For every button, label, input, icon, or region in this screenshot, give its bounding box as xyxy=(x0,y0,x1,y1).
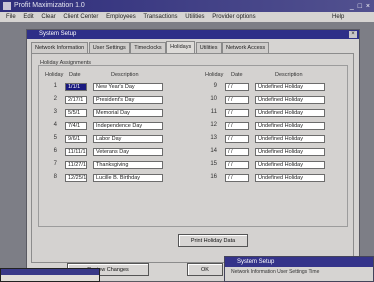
holiday-date-field[interactable]: 7/4/1 xyxy=(65,122,87,130)
tab-holidays[interactable]: Holidays xyxy=(166,41,196,53)
holiday-date-field[interactable]: / / xyxy=(225,122,249,130)
holiday-date-field[interactable]: 2/17/1 xyxy=(65,96,87,104)
tab-user-settings[interactable]: User Settings xyxy=(88,42,130,53)
holiday-description-field[interactable]: Undefined Holiday xyxy=(255,135,325,143)
header-holiday-right: Holiday xyxy=(205,72,224,78)
background-window[interactable] xyxy=(0,268,100,282)
holiday-number: 9 xyxy=(213,83,217,89)
popup-title: System Setup xyxy=(237,259,275,265)
holiday-description-field[interactable]: Memorial Day xyxy=(93,109,163,117)
holiday-description-field[interactable]: New Year's Day xyxy=(93,83,163,91)
holiday-date-field[interactable]: / / xyxy=(225,161,249,169)
menu-bar: File Edit Clear Client Center Employees … xyxy=(0,12,374,22)
holiday-date-field[interactable]: 11/11/1 xyxy=(65,148,87,156)
header-date-right: Date xyxy=(231,72,243,78)
popup-title-bar: System Setup xyxy=(225,257,373,267)
ok-button[interactable]: OK xyxy=(187,263,223,276)
holiday-number: 13 xyxy=(210,135,217,141)
app-title: Profit Maximization 1.0 xyxy=(14,2,85,9)
holiday-number: 2 xyxy=(53,96,57,102)
menu-employees[interactable]: Employees xyxy=(106,12,136,22)
menu-utilities[interactable]: Utilities xyxy=(185,12,204,22)
header-holiday-left: Holiday xyxy=(45,72,64,78)
holiday-description-field[interactable]: President's Day xyxy=(93,96,163,104)
holiday-date-field[interactable]: / / xyxy=(225,148,249,156)
holiday-description-field[interactable]: Undefined Holiday xyxy=(255,96,325,104)
holiday-description-field[interactable]: Labor Day xyxy=(93,135,163,143)
holiday-date-field[interactable]: / / xyxy=(225,174,249,182)
holiday-description-field[interactable]: Undefined Holiday xyxy=(255,109,325,117)
menu-client-center[interactable]: Client Center xyxy=(63,12,98,22)
holiday-description-field[interactable]: Undefined Holiday xyxy=(255,161,325,169)
holiday-date-field[interactable]: 9/6/1 xyxy=(65,135,87,143)
menu-file[interactable]: File xyxy=(6,12,16,22)
holiday-date-field[interactable]: 1/1/1 xyxy=(65,83,87,91)
holiday-number: 14 xyxy=(210,148,217,154)
holiday-date-field[interactable]: 11/27/1 xyxy=(65,161,87,169)
header-description-right: Description xyxy=(275,72,303,78)
menu-provider-options[interactable]: Provider options xyxy=(212,12,255,22)
holiday-number: 8 xyxy=(53,174,57,180)
holiday-description-field[interactable]: Veterans Day xyxy=(93,148,163,156)
system-setup-dialog: System Setup × Network Information User … xyxy=(26,29,360,282)
dialog-tabs: Network Information User Settings Timecl… xyxy=(31,41,270,53)
holiday-number: 12 xyxy=(210,122,217,128)
holiday-date-field[interactable]: / / xyxy=(225,109,249,117)
holiday-description-field[interactable]: Undefined Holiday xyxy=(255,148,325,156)
holiday-number: 3 xyxy=(53,109,57,115)
holiday-description-field[interactable]: Independence Day xyxy=(93,122,163,130)
background-window-title-bar xyxy=(1,269,99,275)
header-description-left: Description xyxy=(111,72,139,78)
system-setup-popup[interactable]: System Setup Network Information User Se… xyxy=(224,256,374,282)
holiday-description-field[interactable]: Undefined Holiday xyxy=(255,174,325,182)
menu-transactions[interactable]: Transactions xyxy=(143,12,177,22)
close-icon[interactable]: × xyxy=(349,31,357,38)
print-holiday-data-button[interactable]: Print Holiday Data xyxy=(178,234,248,247)
holiday-description-field[interactable]: Lucille B. Birthday xyxy=(93,174,163,182)
holiday-number: 5 xyxy=(53,135,57,141)
app-title-bar: Profit Maximization 1.0 _ □ × xyxy=(0,0,374,12)
holiday-number: 7 xyxy=(53,161,57,167)
holiday-date-field[interactable]: 5/5/1 xyxy=(65,109,87,117)
dialog-title: System Setup xyxy=(39,31,77,37)
tab-utilities[interactable]: Utilities xyxy=(195,42,222,53)
dialog-title-bar: System Setup × xyxy=(27,30,359,39)
app-icon xyxy=(3,2,11,10)
holiday-date-field[interactable]: / / xyxy=(225,83,249,91)
holiday-number: 15 xyxy=(210,161,217,167)
holidays-panel: Holiday Assignments Holiday Date Descrip… xyxy=(31,53,354,263)
holiday-number: 1 xyxy=(53,83,57,89)
header-date-left: Date xyxy=(69,72,81,78)
holiday-number: 4 xyxy=(53,122,57,128)
popup-tabs[interactable]: Network Information User Settings Time xyxy=(225,267,373,277)
menu-clear[interactable]: Clear xyxy=(41,12,55,22)
holiday-number: 16 xyxy=(210,174,217,180)
holiday-description-field[interactable]: Undefined Holiday xyxy=(255,122,325,130)
holiday-date-field[interactable]: / / xyxy=(225,96,249,104)
menu-help[interactable]: Help xyxy=(332,12,344,22)
holiday-number: 11 xyxy=(210,109,217,115)
holiday-date-field[interactable]: / / xyxy=(225,135,249,143)
holiday-number: 10 xyxy=(210,96,217,102)
holiday-description-field[interactable]: Undefined Holiday xyxy=(255,83,325,91)
holiday-description-field[interactable]: Thanksgiving xyxy=(93,161,163,169)
tab-timeclocks[interactable]: Timeclocks xyxy=(130,42,166,53)
holiday-number: 6 xyxy=(53,148,57,154)
tab-network-information[interactable]: Network Information xyxy=(31,42,89,53)
tab-network-access[interactable]: Network Access xyxy=(222,42,270,53)
holiday-date-field[interactable]: 12/25/1 xyxy=(65,174,87,182)
holiday-assignments-group: Holiday Date Description Holiday Date De… xyxy=(38,65,348,227)
menu-edit[interactable]: Edit xyxy=(23,12,33,22)
